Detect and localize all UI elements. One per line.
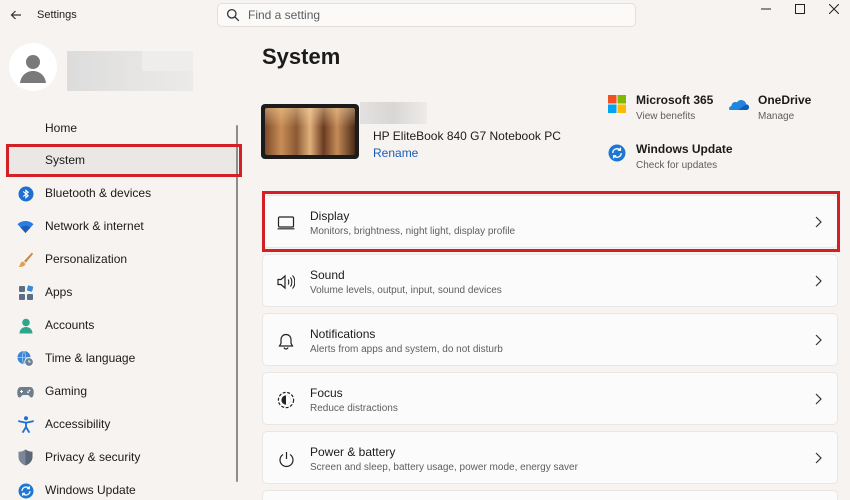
sidebar-item-personalization[interactable]: Personalization (8, 244, 238, 274)
sidebar-item-label: Time & language (45, 351, 136, 365)
close-icon (829, 4, 839, 14)
chevron-right-icon (811, 332, 825, 348)
sidebar-item-label: Privacy & security (45, 450, 141, 464)
card-title: Power & battery (310, 445, 396, 459)
rename-link[interactable]: Rename (373, 146, 418, 160)
sidebar-item-home[interactable]: Home (8, 113, 238, 143)
onedrive-icon (728, 93, 750, 115)
maximize-button[interactable] (783, 0, 817, 18)
tile-title: Windows Update (636, 142, 733, 156)
update-icon (17, 482, 34, 499)
power-icon (276, 449, 296, 469)
sidebar-item-label: Apps (45, 285, 73, 299)
sidebar-item-apps[interactable]: Apps (8, 277, 238, 307)
card-focus[interactable]: Focus Reduce distractions (262, 372, 838, 425)
wifi-icon (17, 218, 34, 235)
app-title: Settings (37, 9, 77, 21)
tile-microsoft-365[interactable]: Microsoft 365 View benefits (606, 93, 726, 129)
sidebar-item-system[interactable]: System (8, 145, 238, 175)
bluetooth-icon (17, 185, 34, 202)
close-button[interactable] (817, 0, 850, 18)
card-subtitle: Volume levels, output, input, sound devi… (310, 285, 502, 296)
sidebar-item-bluetooth[interactable]: Bluetooth & devices (8, 178, 238, 208)
search-input[interactable] (248, 6, 618, 24)
tile-title: Microsoft 365 (636, 93, 714, 107)
chevron-right-icon (811, 214, 825, 230)
sidebar-item-label: Accounts (45, 318, 95, 332)
tile-title: OneDrive (758, 93, 812, 107)
search-icon (226, 8, 240, 22)
user-icon (20, 55, 46, 83)
card-title: Notifications (310, 327, 376, 341)
card-title: Sound (310, 268, 345, 282)
microsoft-365-icon (606, 93, 628, 115)
tile-onedrive[interactable]: OneDrive Manage (728, 93, 838, 129)
sidebar-item-network[interactable]: Network & internet (8, 211, 238, 241)
chevron-right-icon (811, 391, 825, 407)
sidebar-item-label: Gaming (45, 384, 88, 398)
maximize-icon (795, 4, 805, 14)
card-subtitle: Monitors, brightness, night light, displ… (310, 226, 516, 237)
focus-icon (276, 390, 296, 410)
accessibility-icon (17, 416, 34, 433)
card-subtitle: Alerts from apps and system, do not dist… (310, 344, 503, 355)
bell-icon (276, 331, 296, 351)
apps-icon (17, 284, 34, 301)
profile-name-redacted (67, 51, 193, 91)
display-icon (276, 213, 296, 233)
device-name: HP EliteBook 840 G7 Notebook PC (373, 129, 561, 143)
sidebar-item-label: System (45, 153, 86, 167)
sidebar-item-label: Network & internet (45, 219, 144, 233)
sidebar-item-accessibility[interactable]: Accessibility (8, 409, 238, 439)
card-display[interactable]: Display Monitors, brightness, night ligh… (262, 195, 838, 248)
card-subtitle: Screen and sleep, battery usage, power m… (310, 462, 578, 473)
speaker-icon (276, 272, 296, 292)
search-box[interactable] (217, 3, 636, 27)
chevron-right-icon (811, 450, 825, 466)
tile-subtitle: Manage (758, 111, 795, 122)
avatar[interactable] (9, 43, 57, 91)
sidebar-item-label: Accessibility (45, 417, 111, 431)
card-sound[interactable]: Sound Volume levels, output, input, soun… (262, 254, 838, 307)
brush-icon (17, 251, 34, 268)
card-notifications[interactable]: Notifications Alerts from apps and syste… (262, 313, 838, 366)
sidebar-item-time-language[interactable]: Time & language (8, 343, 238, 373)
tile-windows-update[interactable]: Windows Update Check for updates (606, 142, 746, 178)
globe-clock-icon (17, 350, 34, 367)
person-icon (17, 317, 34, 334)
sidebar-scrollbar[interactable] (236, 125, 238, 482)
windows-update-icon (606, 142, 628, 164)
card-title: Focus (310, 386, 343, 400)
gamepad-icon (17, 383, 34, 400)
sidebar-item-windows-update[interactable]: Windows Update (8, 475, 238, 500)
card-partial[interactable] (262, 490, 838, 500)
sidebar-item-privacy-security[interactable]: Privacy & security (8, 442, 238, 472)
tile-subtitle: View benefits (636, 111, 696, 122)
back-arrow-icon (10, 10, 21, 20)
device-label-redacted (360, 102, 427, 124)
title-bar: Settings (0, 0, 850, 32)
minimize-button[interactable] (749, 0, 783, 18)
page-title: System (262, 44, 341, 69)
sidebar-item-label: Bluetooth & devices (45, 186, 152, 200)
sidebar-item-label: Home (45, 121, 78, 135)
tile-subtitle: Check for updates (636, 160, 718, 171)
shield-icon (17, 449, 34, 466)
sidebar-item-accounts[interactable]: Accounts (8, 310, 238, 340)
sidebar-item-label: Personalization (45, 252, 128, 266)
chevron-right-icon (811, 273, 825, 289)
minimize-icon (761, 8, 771, 10)
sidebar-item-label: Windows Update (45, 483, 136, 497)
device-wallpaper-thumbnail (261, 104, 359, 159)
back-button[interactable] (6, 4, 26, 26)
card-subtitle: Reduce distractions (310, 403, 398, 414)
card-power-battery[interactable]: Power & battery Screen and sleep, batter… (262, 431, 838, 484)
sidebar-item-gaming[interactable]: Gaming (8, 376, 238, 406)
card-title: Display (310, 209, 350, 223)
